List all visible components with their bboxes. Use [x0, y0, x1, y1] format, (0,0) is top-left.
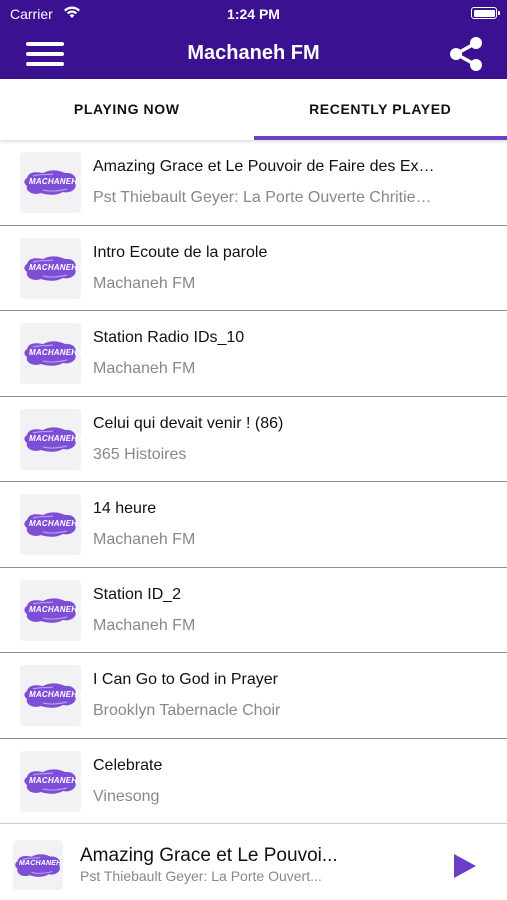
play-icon[interactable]	[452, 852, 478, 880]
track-artwork: MACHANEH FM	[20, 323, 81, 384]
list-item[interactable]: MACHANEH FM Celui qui devait venir ! (86)…	[0, 397, 507, 482]
share-icon[interactable]	[447, 35, 485, 73]
mini-player[interactable]: MACHANEH FM Amazing Grace et Le Pouvoi..…	[0, 823, 507, 900]
track-artist: Machaneh FM	[93, 360, 196, 377]
station-logo: MACHANEH FM	[23, 254, 81, 282]
recently-played-list: MACHANEH FM Amazing Grace et Le Pouvoir d…	[0, 140, 507, 823]
track-title: Intro Ecoute de la parole	[93, 243, 268, 261]
station-logo: MACHANEH FM	[23, 168, 81, 196]
track-artwork: MACHANEH FM	[20, 579, 81, 641]
list-item[interactable]: MACHANEH FM 14 heure Machaneh FM	[0, 482, 507, 568]
list-item[interactable]: MACHANEH FM Station Radio IDs_10 Machaneh …	[0, 311, 507, 397]
track-artist: Machaneh FM	[93, 274, 196, 292]
track-artwork: MACHANEH FM	[20, 408, 81, 470]
station-logo: MACHANEH FM	[23, 681, 81, 709]
station-logo: MACHANEH FM	[23, 425, 81, 453]
list-item[interactable]: MACHANEH FM Station ID_2 Machaneh FM	[0, 568, 507, 653]
tab-bar: PLAYING NOW RECENTLY PLAYED	[0, 79, 507, 140]
track-artwork: MACHANEH FM	[20, 237, 81, 299]
now-playing-artwork: MACHANEH FM	[13, 840, 63, 890]
nav-bar: Machaneh FM	[0, 28, 507, 79]
track-title: Station ID_2	[93, 585, 182, 603]
track-artwork: MACHANEH FM	[20, 665, 81, 726]
track-artist: Brooklyn Tabernacle Choir	[93, 702, 281, 719]
station-logo: MACHANEH FM	[14, 852, 63, 878]
track-artist: Machaneh FM	[93, 531, 196, 548]
track-artist: Machaneh FM	[93, 616, 196, 634]
track-artist: Pst Thiebault Geyer: La Porte Ouverte Ch…	[93, 189, 432, 206]
battery-icon	[471, 7, 500, 19]
now-playing-title: Amazing Grace et Le Pouvoi...	[80, 845, 338, 866]
now-playing-artist: Pst Thiebault Geyer: La Porte Ouvert...	[80, 868, 322, 884]
track-title: Station Radio IDs_10	[93, 329, 245, 346]
station-logo: MACHANEH FM	[23, 339, 81, 367]
list-item[interactable]: MACHANEH FM Intro Ecoute de la parole Mach…	[0, 226, 507, 311]
track-title: I Can Go to God in Prayer	[93, 671, 278, 688]
tab-recently-played[interactable]: RECENTLY PLAYED	[253, 79, 507, 140]
list-item[interactable]: MACHANEH FM I Can Go to God in Prayer Broo…	[0, 653, 507, 739]
track-title: 14 heure	[93, 500, 157, 517]
track-artwork: MACHANEH FM	[20, 494, 81, 555]
track-artist: 365 Histoires	[93, 445, 187, 463]
track-title: Amazing Grace et Le Pouvoir de Faire des…	[93, 158, 435, 175]
track-title: Celui qui devait venir ! (86)	[93, 414, 284, 432]
list-item[interactable]: MACHANEH FM Amazing Grace et Le Pouvoir d…	[0, 140, 507, 226]
station-logo: MACHANEH FM	[23, 596, 81, 624]
tab-playing-now[interactable]: PLAYING NOW	[0, 79, 254, 140]
track-artist: Vinesong	[93, 787, 160, 805]
track-title: Celebrate	[93, 756, 163, 774]
track-artwork: MACHANEH FM	[20, 152, 81, 213]
page-title: Machaneh FM	[187, 42, 320, 64]
status-bar: Carrier 1:24 PM	[0, 0, 507, 28]
station-logo: MACHANEH FM	[23, 767, 81, 795]
track-artwork: MACHANEH FM	[20, 750, 81, 812]
list-item[interactable]: MACHANEH FM Celebrate Vinesong	[0, 739, 507, 824]
station-logo: MACHANEH FM	[23, 510, 81, 538]
status-time: 1:24 PM	[227, 6, 280, 22]
